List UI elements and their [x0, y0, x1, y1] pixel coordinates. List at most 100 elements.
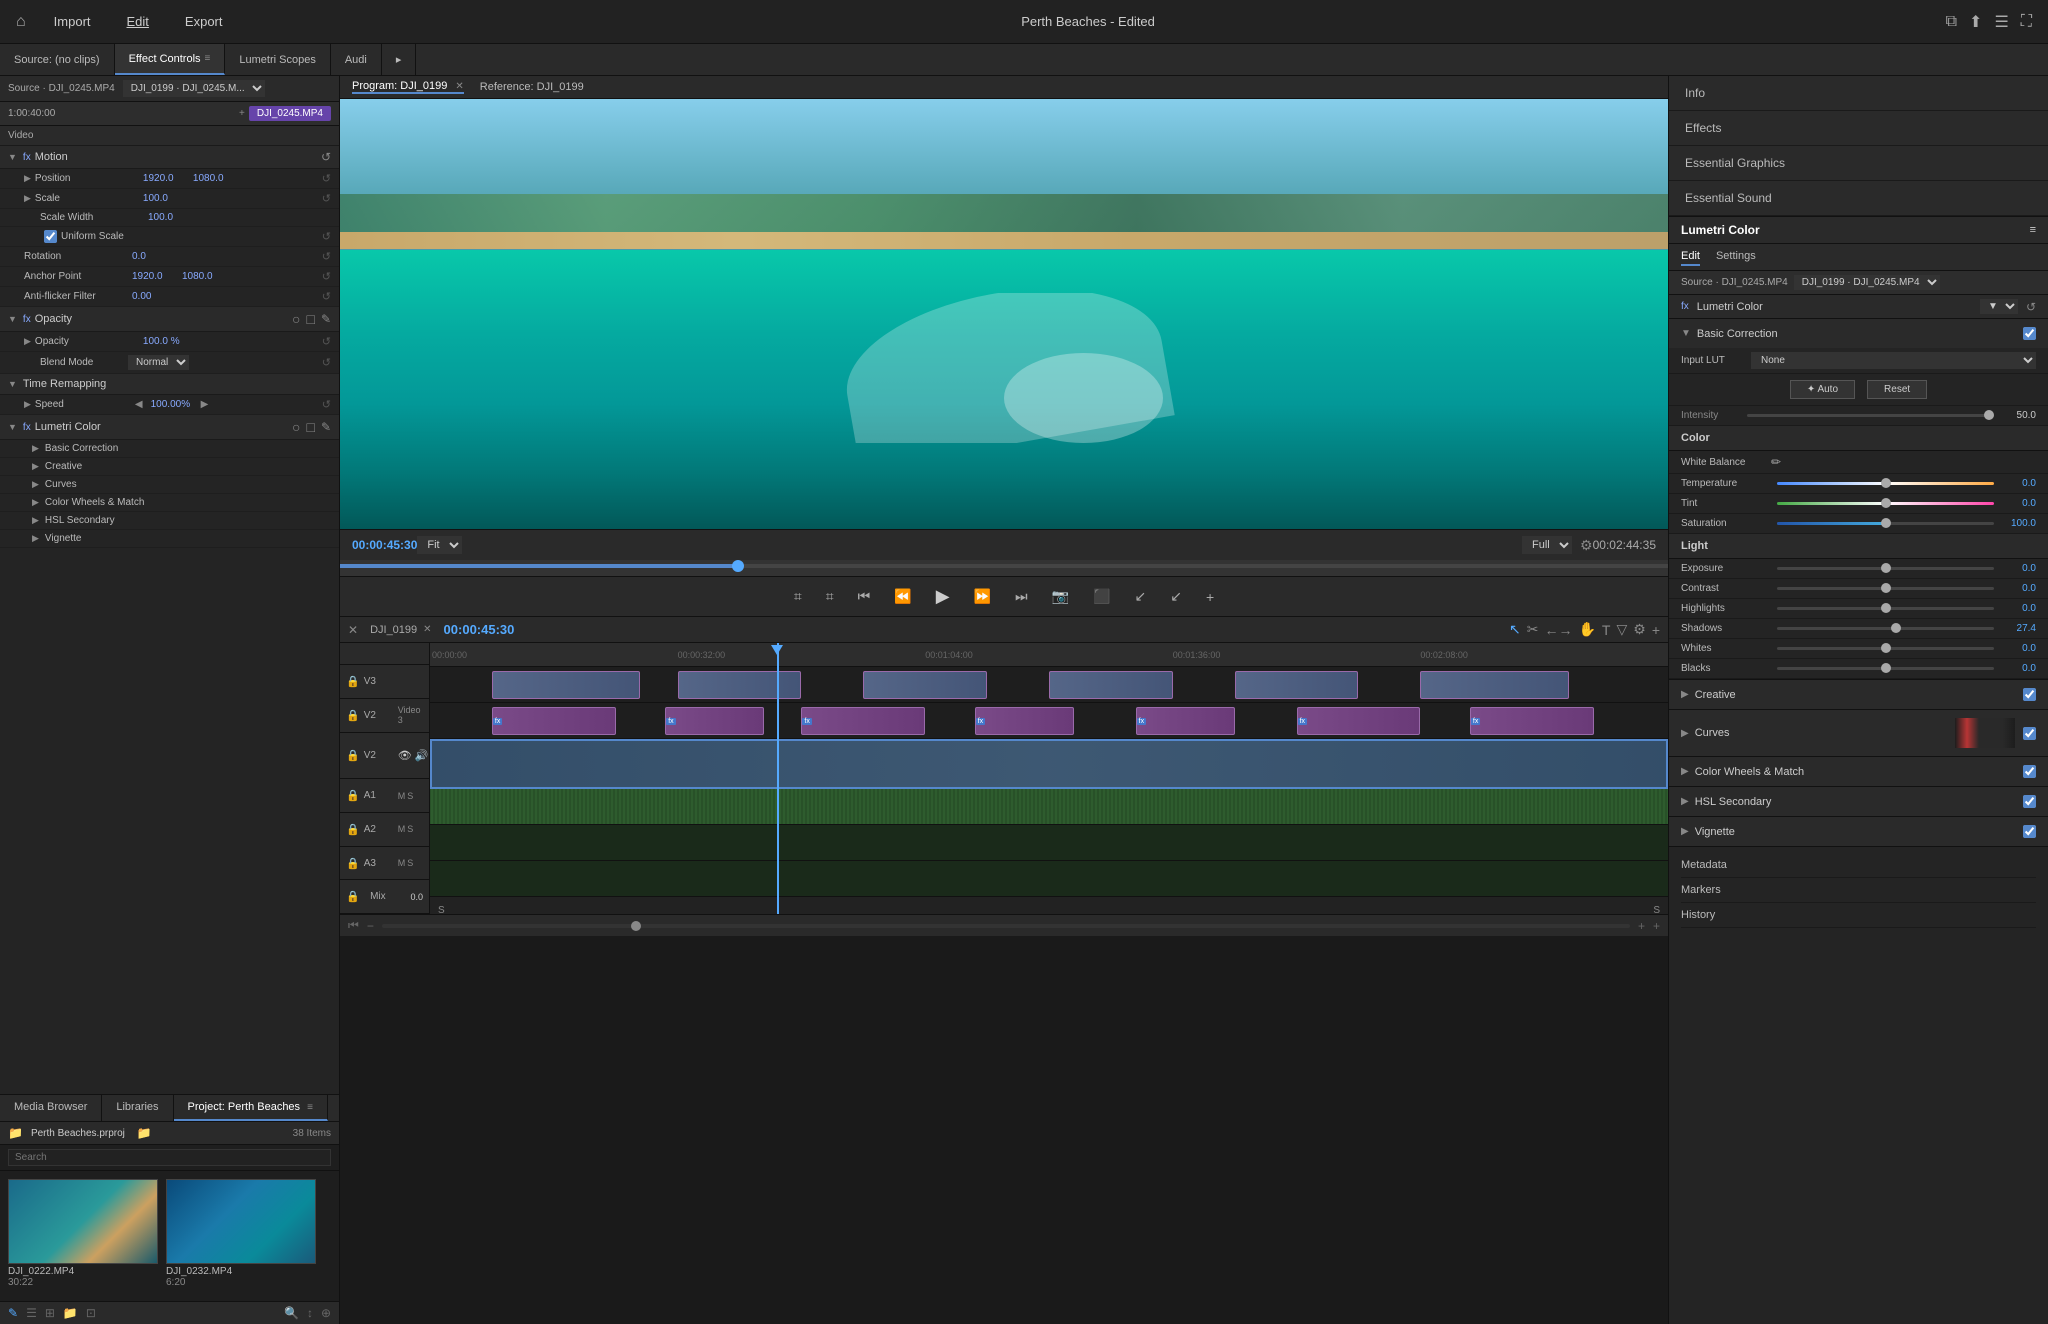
lumetri-color-section-header[interactable]: ▼ fx Lumetri Color ○ □ ✎ — [0, 415, 339, 440]
color-subsection[interactable]: Color — [1669, 426, 2048, 451]
shadows-thumb[interactable] — [1891, 623, 1901, 633]
timeline-tool-ripple[interactable]: ←→ — [1544, 622, 1572, 638]
freeform-icon[interactable]: ⊡ — [86, 1306, 96, 1320]
highlights-value[interactable]: 0.0 — [2000, 603, 2036, 614]
lumetri-curves[interactable]: ▶ Curves — [0, 476, 339, 494]
opacity-section-header[interactable]: ▼ fx Opacity ○ □ ✎ — [0, 307, 339, 332]
new-item-icon[interactable]: ✎ — [8, 1306, 18, 1320]
fullscreen-icon[interactable]: ⛶ — [2021, 13, 2032, 31]
v3-lock-icon[interactable]: 🔒 — [346, 675, 360, 688]
timeline-tool-selection[interactable]: ↖ — [1509, 621, 1521, 638]
new-folder-icon[interactable]: 📁 — [137, 1126, 152, 1140]
v2-clip-1[interactable]: fx — [492, 707, 616, 735]
track-v1[interactable] — [430, 739, 1668, 789]
color-wheels-header[interactable]: ▶ Color Wheels & Match — [1669, 757, 2048, 786]
transport-step-back[interactable]: ⏪ — [888, 585, 917, 608]
pos-x[interactable]: 1920.0 — [143, 173, 193, 184]
track-v2[interactable]: fx fx fx fx fx — [430, 703, 1668, 739]
anti-flicker-value[interactable]: 0.00 — [132, 291, 182, 302]
temperature-thumb[interactable] — [1881, 478, 1891, 488]
whites-thumb[interactable] — [1881, 643, 1891, 653]
lumetri-settings-tab[interactable]: Settings — [1716, 248, 1756, 266]
tl-zoom-out-icon[interactable]: − — [367, 919, 374, 933]
lumetri-clip-select[interactable]: DJI_0199 · DJI_0245.MP4 — [1794, 275, 1940, 290]
motion-reset-icon[interactable]: ↺ — [321, 150, 331, 164]
v2-clip-6[interactable]: fx — [1297, 707, 1421, 735]
exposure-thumb[interactable] — [1881, 563, 1891, 573]
speed-reset-icon[interactable]: ↺ — [322, 398, 331, 411]
maximize-icon[interactable]: ⧉ — [1946, 13, 1957, 31]
sort-icon[interactable]: ↕ — [307, 1306, 313, 1320]
pos-reset-icon[interactable]: ↺ — [322, 172, 331, 185]
timeline-settings-icon[interactable]: ⚙ — [1633, 621, 1646, 638]
meta-metadata[interactable]: Metadata — [1681, 853, 2036, 878]
scale-value[interactable]: 100.0 — [143, 193, 193, 204]
nav-export[interactable]: Export — [177, 10, 231, 33]
tab-more[interactable]: ▸ — [382, 44, 417, 75]
saturation-thumb[interactable] — [1881, 518, 1891, 528]
shadows-slider[interactable] — [1777, 627, 1994, 630]
color-wheels-checkbox[interactable] — [2023, 765, 2036, 778]
tl-zoom-in-icon[interactable]: + — [1638, 919, 1645, 933]
saturation-slider[interactable] — [1777, 522, 1994, 525]
tab-lumetri-scopes[interactable]: Lumetri Scopes — [225, 44, 330, 75]
a2-m-btn[interactable]: M — [398, 824, 406, 834]
tab-source[interactable]: Source: (no clips) — [0, 44, 115, 75]
scale-reset-icon[interactable]: ↺ — [322, 192, 331, 205]
mix-lock-icon[interactable]: 🔒 — [346, 890, 360, 903]
intensity-thumb[interactable] — [1984, 410, 1994, 420]
v3-clip-4[interactable] — [1049, 671, 1173, 699]
right-tab-essential-sound[interactable]: Essential Sound — [1669, 181, 2048, 216]
contrast-value[interactable]: 0.0 — [2000, 583, 2036, 594]
transport-insert[interactable]: ↙ — [1128, 585, 1152, 608]
tl-add-icon[interactable]: + — [1653, 919, 1660, 933]
v2-clip-3[interactable]: fx — [801, 707, 925, 735]
tint-thumb[interactable] — [1881, 498, 1891, 508]
lumetri-fx-dropdown[interactable]: ▼ — [1980, 299, 2018, 314]
mix-value[interactable]: 0.0 — [410, 892, 423, 902]
grid-view-icon[interactable]: ⊞ — [45, 1306, 55, 1320]
scrub-playhead[interactable] — [732, 560, 744, 572]
scale-width-value[interactable]: 100.0 — [148, 212, 198, 223]
v3-clip-3[interactable] — [863, 671, 987, 699]
uniform-scale-checkbox[interactable] — [44, 230, 57, 243]
v2-clip-5[interactable]: fx — [1136, 707, 1235, 735]
v3-clip-1[interactable] — [492, 671, 641, 699]
ec-source-dropdown[interactable]: DJI_0199 · DJI_0245.M... — [123, 80, 265, 97]
lumetri-basic-correction[interactable]: ▶ Basic Correction — [0, 440, 339, 458]
share-icon[interactable]: ⬆ — [1969, 12, 1982, 32]
vignette-checkbox[interactable] — [2023, 825, 2036, 838]
search-input[interactable] — [8, 1149, 331, 1166]
a3-lock-icon[interactable]: 🔒 — [346, 857, 360, 870]
tl-home-icon[interactable]: ⏮ — [348, 918, 359, 933]
opacity-value[interactable]: 100.0 % — [143, 336, 193, 347]
v2-clip-7[interactable]: fx — [1470, 707, 1594, 735]
transport-overwrite[interactable]: ↙ — [1164, 585, 1188, 608]
tab-menu-icon[interactable]: ≡ — [205, 53, 211, 64]
creative-checkbox[interactable] — [2023, 688, 2036, 701]
time-remapping-header[interactable]: ▼ Time Remapping — [0, 374, 339, 395]
pos-y[interactable]: 1080.0 — [193, 173, 243, 184]
lumetri-edit-tab[interactable]: Edit — [1681, 248, 1700, 266]
whites-slider[interactable] — [1777, 647, 1994, 650]
v3-clip-6[interactable] — [1420, 671, 1569, 699]
basic-correction-header[interactable]: ▼ Basic Correction — [1669, 319, 2048, 348]
tab-effect-controls[interactable]: Effect Controls ≡ — [115, 44, 226, 75]
timeline-tab-icon[interactable]: ✕ — [423, 624, 431, 635]
speed-value[interactable]: 100.00% — [151, 399, 201, 410]
fit-select[interactable]: Fit — [417, 536, 462, 554]
speed-nav-left[interactable]: ◀ — [135, 399, 143, 410]
v1-lock-icon[interactable]: 🔒 — [346, 749, 360, 762]
media-item-2[interactable]: DJI_0232.MP4 6:20 — [166, 1179, 316, 1293]
settings-icon[interactable]: ⚙ — [1580, 537, 1593, 554]
track-v3[interactable] — [430, 667, 1668, 703]
tl-zoom-slider[interactable] — [382, 924, 1630, 928]
blend-mode-select[interactable]: Normal — [128, 355, 189, 370]
lumetri-fx-reset-icon[interactable]: ↺ — [2026, 300, 2036, 314]
opacity-reset-icon[interactable]: ↺ — [322, 335, 331, 348]
track-a3[interactable] — [430, 861, 1668, 897]
reset-btn[interactable]: Reset — [1867, 380, 1927, 399]
timeline-tool-hand[interactable]: ✋ — [1578, 621, 1595, 638]
right-tab-info[interactable]: Info — [1669, 76, 2048, 111]
v3-clip-2[interactable] — [678, 671, 802, 699]
